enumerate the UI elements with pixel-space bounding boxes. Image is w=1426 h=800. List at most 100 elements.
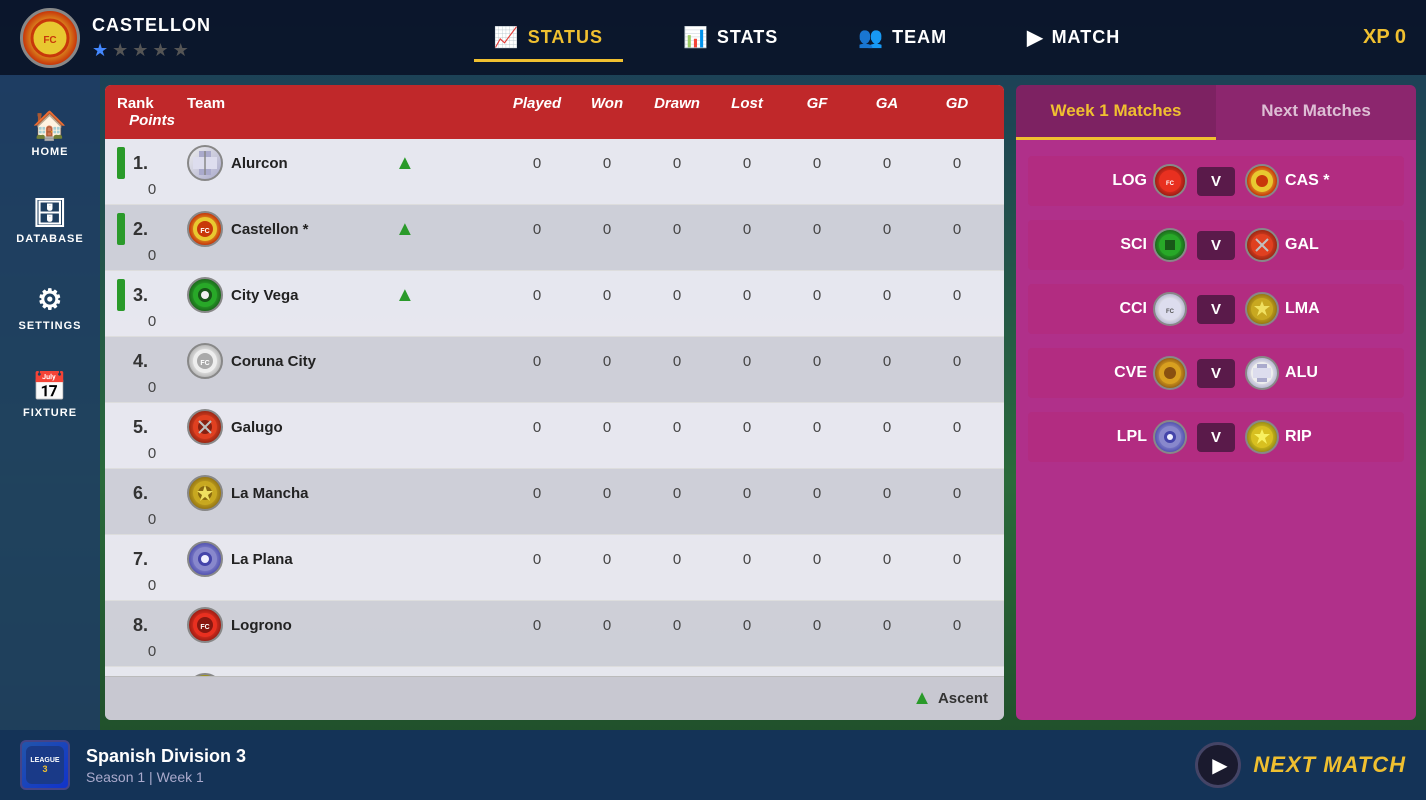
rank-num: 6. xyxy=(133,483,148,504)
star-1: ★ xyxy=(92,40,108,61)
table-row[interactable]: 3. City Vega ▲ 0 0 0 0 0 0 0 0 xyxy=(105,271,1004,337)
cell-drawn: 0 xyxy=(642,353,712,370)
table-row[interactable]: 5. Galugo 0 0 0 0 0 0 0 0 xyxy=(105,403,1004,469)
team-badge: FC xyxy=(187,607,223,643)
nav-status[interactable]: 📈 STATUS xyxy=(454,17,643,58)
match-badge-left: FC xyxy=(1153,164,1187,198)
match-row[interactable]: LPL V RIP xyxy=(1028,412,1404,462)
rank-col: 7. xyxy=(117,543,187,575)
col-spacer xyxy=(387,95,502,112)
tab-week-matches[interactable]: Week 1 Matches xyxy=(1016,85,1216,140)
table-row[interactable]: 6. La Mancha 0 0 0 0 0 0 0 0 xyxy=(105,469,1004,535)
match-row[interactable]: CCI FC V LMA xyxy=(1028,284,1404,334)
sidebar-item-database[interactable]: 🗄 DATABASE xyxy=(0,182,100,259)
fixture-icon: 📅 xyxy=(32,370,67,403)
cell-won: 0 xyxy=(572,155,642,172)
next-match-button[interactable]: ▶ NEXT MATCH xyxy=(1195,742,1406,788)
table-row[interactable]: 4. FC Coruna City 0 0 0 0 0 0 0 0 xyxy=(105,337,1004,403)
club-logo: FC xyxy=(20,8,80,68)
table-header: Rank Team Played Won Drawn Lost GF GA GD… xyxy=(105,85,1004,139)
team-badge xyxy=(187,541,223,577)
match-badge-left xyxy=(1153,420,1187,454)
cell-drawn: 0 xyxy=(642,221,712,238)
cell-points: 0 xyxy=(117,577,187,594)
table-body: 1. Alurcon ▲ 0 0 0 0 0 0 0 0 xyxy=(105,139,1004,676)
cell-won: 0 xyxy=(572,353,642,370)
col-lost: Lost xyxy=(712,95,782,112)
match-row[interactable]: CVE V ALU xyxy=(1028,348,1404,398)
bottom-bar: LEAGUE 3 Spanish Division 3 Season 1 | W… xyxy=(0,730,1426,800)
cell-gf: 0 xyxy=(782,353,852,370)
nav-team[interactable]: 👥 TEAM xyxy=(818,17,987,58)
arrow-up-icon: ▲ xyxy=(395,152,415,175)
sidebar-item-home[interactable]: 🏠 HOME xyxy=(0,95,100,172)
cell-played: 0 xyxy=(502,551,572,568)
match-row[interactable]: LOG FC V CAS * xyxy=(1028,156,1404,206)
team-cell: La Mancha xyxy=(187,475,387,511)
cell-ga: 0 xyxy=(852,485,922,502)
table-row[interactable]: 2. FC Castellon * ▲ 0 0 0 0 0 0 0 0 xyxy=(105,205,1004,271)
vs-badge: V xyxy=(1197,295,1235,324)
tab-next-matches[interactable]: Next Matches xyxy=(1216,85,1416,140)
table-row[interactable]: 8. FC Logrono 0 0 0 0 0 0 0 0 xyxy=(105,601,1004,667)
cell-lost: 0 xyxy=(712,551,782,568)
rank-col: 5. xyxy=(117,411,187,443)
match-team-right: LMA xyxy=(1245,292,1392,326)
fixture-label: FIXTURE xyxy=(23,407,77,419)
match-abbr-left: CVE xyxy=(1114,364,1147,382)
match-badge-left xyxy=(1153,228,1187,262)
sidebar-item-fixture[interactable]: 📅 FIXTURE xyxy=(0,356,100,433)
match-row[interactable]: SCI V GAL xyxy=(1028,220,1404,270)
table-row[interactable]: 1. Alurcon ▲ 0 0 0 0 0 0 0 0 xyxy=(105,139,1004,205)
match-team-left: SCI xyxy=(1040,228,1187,262)
table-row[interactable]: 7. La Plana 0 0 0 0 0 0 0 0 xyxy=(105,535,1004,601)
match-badge-right xyxy=(1245,356,1279,390)
match-team-right: CAS * xyxy=(1245,164,1392,198)
sidebar-item-settings[interactable]: ⚙ SETTINGS xyxy=(0,269,100,346)
cell-won: 0 xyxy=(572,419,642,436)
cell-played: 0 xyxy=(502,485,572,502)
team-name: Galugo xyxy=(231,419,283,436)
arrow-up-icon: ▲ xyxy=(395,218,415,241)
rank-num: 2. xyxy=(133,219,148,240)
cell-points: 0 xyxy=(117,511,187,528)
cell-gd: 0 xyxy=(922,155,992,172)
rank-indicator xyxy=(117,279,125,311)
match-abbr-right: ALU xyxy=(1285,364,1318,382)
svg-text:FC: FC xyxy=(1166,181,1175,187)
team-badge: FC xyxy=(187,343,223,379)
star-2: ★ xyxy=(112,40,128,61)
table-row[interactable]: 9. Ripoll 0 0 0 0 0 0 0 0 xyxy=(105,667,1004,676)
cell-drawn: 0 xyxy=(642,617,712,634)
team-name: Alurcon xyxy=(231,155,288,172)
vs-badge: V xyxy=(1197,231,1235,260)
vs-badge: V xyxy=(1197,423,1235,452)
nav-stats[interactable]: 📊 STATS xyxy=(643,17,818,58)
cell-drawn: 0 xyxy=(642,287,712,304)
match-badge-left: FC xyxy=(1153,292,1187,326)
team-cell: City Vega xyxy=(187,277,387,313)
match-abbr-left: CCI xyxy=(1119,300,1147,318)
club-stars: ★ ★ ★ ★ ★ xyxy=(92,40,211,61)
arrow-cell: ▲ xyxy=(387,284,502,307)
cell-gf: 0 xyxy=(782,155,852,172)
team-cell: FC Logrono xyxy=(187,607,387,643)
settings-label: SETTINGS xyxy=(18,320,81,332)
team-cell: Alurcon xyxy=(187,145,387,181)
match-team-right: ALU xyxy=(1245,356,1392,390)
cell-ga: 0 xyxy=(852,419,922,436)
database-label: DATABASE xyxy=(16,233,83,245)
vs-badge: V xyxy=(1197,359,1235,388)
svg-text:LEAGUE: LEAGUE xyxy=(30,757,60,764)
cell-lost: 0 xyxy=(712,353,782,370)
arrow-cell: ▲ xyxy=(387,218,502,241)
cell-gd: 0 xyxy=(922,617,992,634)
cell-played: 0 xyxy=(502,353,572,370)
ascent-button[interactable]: ▲ Ascent xyxy=(912,687,988,710)
match-abbr-left: SCI xyxy=(1120,236,1147,254)
nav-match[interactable]: ▶ MATCH xyxy=(987,17,1160,58)
main-nav: 📈 STATUS 📊 STATS 👥 TEAM ▶ MATCH xyxy=(251,17,1363,58)
cell-gf: 0 xyxy=(782,485,852,502)
status-icon: 📈 xyxy=(494,25,520,50)
team-cell: FC Coruna City xyxy=(187,343,387,379)
